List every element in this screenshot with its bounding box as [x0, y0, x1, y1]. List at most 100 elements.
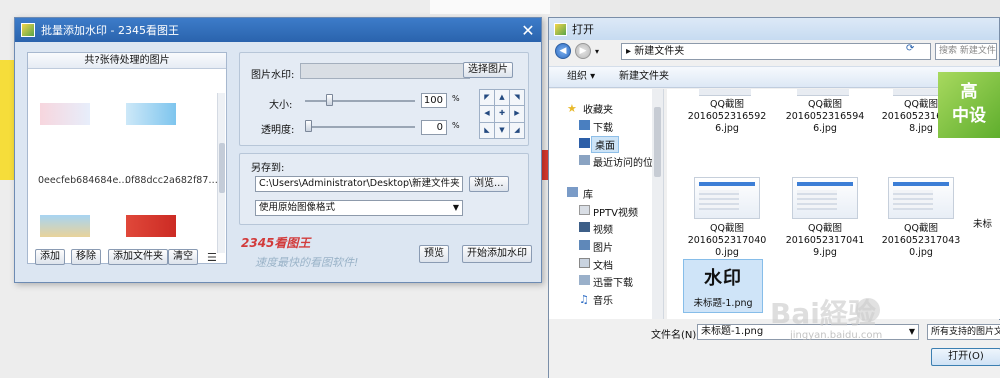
position-right-icon[interactable]: ▶ [510, 106, 524, 122]
nav-music[interactable]: 音乐 [593, 292, 613, 307]
nav-favorites[interactable]: 收藏夹 [583, 101, 613, 116]
file-name: 0f88dcc2a682f87… [125, 175, 218, 186]
save-path-input[interactable]: C:\Users\Administrator\Desktop\新建文件夹 (3 [255, 176, 463, 192]
nav-scrollbar[interactable] [652, 89, 663, 319]
organize-menu[interactable]: 组织 ▾ [567, 67, 595, 87]
refresh-icon[interactable]: ⟳ [906, 43, 914, 54]
nav-download[interactable]: 下载 [593, 119, 613, 134]
nav-pictures[interactable]: 图片 [593, 239, 613, 254]
file-type-filter[interactable]: 所有支持的图片文 [927, 324, 1000, 340]
folder-icon: ▸ [626, 46, 635, 57]
file-item[interactable]: 未标 [973, 219, 1000, 231]
baidu-paw-icon [856, 298, 880, 322]
file-name-line: 2016052317040 [687, 235, 767, 246]
position-left-icon[interactable]: ◀ [480, 106, 494, 122]
add-button[interactable]: 添加 [35, 249, 65, 265]
file-item-selected[interactable]: 水印 未标题-1.png [683, 259, 763, 313]
opacity-percent: % [452, 121, 460, 130]
position-grid: ◤ ▲ ◥ ◀ ✚ ▶ ◣ ▼ ◢ [479, 89, 525, 139]
baidu-watermark-url: jingyan.baidu.com [790, 330, 883, 341]
search-input[interactable]: 搜索 新建文件夹 [935, 43, 997, 60]
list-scrollbar[interactable] [217, 93, 225, 253]
size-slider[interactable] [305, 94, 415, 106]
file-name-line: 未标 [973, 219, 993, 230]
navigation-pane: ★ 收藏夹 下载 桌面 最近访问的位置 库 PPTV视频 视频 图片 文档 迅雷… [549, 89, 664, 319]
format-select[interactable]: 使用原始图像格式 ▼ [255, 200, 463, 216]
app-icon [554, 22, 567, 36]
chevron-down-icon[interactable]: ▼ [909, 325, 915, 339]
title-bar: 批量添加水印 - 2345看图王 ✕ [15, 18, 541, 42]
scrollbar-thumb[interactable] [654, 107, 661, 177]
preview-button[interactable]: 预览 [419, 245, 449, 263]
background-window-edge [430, 0, 550, 14]
size-slider-knob[interactable] [325, 94, 333, 106]
file-thumbnail [792, 177, 858, 219]
file-item[interactable]: QQ截图 2016052316594 6.jpg [779, 99, 871, 135]
position-bottom-icon[interactable]: ▼ [495, 122, 509, 138]
remove-button[interactable]: 移除 [71, 249, 101, 265]
docs-icon [579, 258, 590, 268]
forward-icon[interactable]: ▶ [575, 43, 591, 59]
opacity-value-input[interactable]: 0 [421, 120, 447, 135]
nav-thunder[interactable]: 迅雷下载 [593, 274, 633, 289]
position-top-right-icon[interactable]: ◥ [510, 90, 524, 106]
chevron-down-icon: ▼ [452, 203, 459, 212]
image-list-panel: 共?张待处理的图片 0eecfeb684684e… 0f88dcc2a682f8… [27, 52, 227, 264]
thunder-icon [579, 275, 590, 285]
file-name-line: QQ截图 [904, 223, 938, 234]
nav-pptv[interactable]: PPTV视频 [593, 204, 638, 219]
file-name-line: 2016052316594 [785, 111, 865, 122]
image-thumbnail[interactable] [126, 215, 176, 237]
position-center-icon[interactable]: ✚ [495, 106, 509, 122]
nav-library[interactable]: 库 [583, 186, 593, 201]
file-name-line: 6.jpg [715, 123, 739, 134]
overlay-text: 高 [960, 82, 978, 102]
file-thumbnail [888, 177, 954, 219]
start-watermark-button[interactable]: 开始添加水印 [462, 245, 532, 263]
close-icon[interactable]: ✕ [515, 21, 541, 40]
select-image-button[interactable]: 选择图片 [463, 62, 513, 78]
size-value-input[interactable]: 100 [421, 93, 447, 108]
position-top-icon[interactable]: ▲ [495, 90, 509, 106]
watermark-image-field[interactable] [300, 63, 470, 79]
file-item[interactable]: QQ截图 2016052316592 6.jpg [681, 99, 773, 135]
file-name-line: 0.jpg [715, 247, 739, 258]
music-icon: ♫ [579, 293, 589, 306]
file-item[interactable]: QQ截图 2016052317040 0.jpg [681, 177, 773, 259]
position-bottom-right-icon[interactable]: ◢ [510, 122, 524, 138]
desktop-icon [579, 138, 590, 148]
file-thumbnail [797, 89, 849, 96]
add-folder-button[interactable]: 添加文件夹 [108, 249, 168, 265]
nav-video[interactable]: 视频 [593, 221, 613, 236]
nav-docs[interactable]: 文档 [593, 257, 613, 272]
file-item[interactable]: QQ截图 2016052317041 9.jpg [779, 177, 871, 259]
clear-button[interactable]: 清空 [168, 249, 198, 265]
back-icon[interactable]: ◀ [555, 43, 571, 59]
nav-desktop[interactable]: 桌面 [591, 136, 619, 153]
library-icon [567, 187, 578, 197]
file-name-line: 0.jpg [909, 247, 933, 258]
pptv-icon [579, 205, 590, 215]
download-icon [579, 120, 590, 130]
opacity-label: 透明度: [261, 125, 295, 136]
browse-button[interactable]: 浏览... [469, 176, 509, 192]
file-item[interactable]: QQ截图 2016052317043 0.jpg [875, 177, 967, 259]
list-view-icon[interactable]: ☰ [207, 251, 217, 264]
image-thumbnail[interactable] [40, 215, 90, 237]
opacity-slider-knob[interactable] [305, 120, 312, 132]
history-chevron-icon[interactable]: ▾ [595, 47, 599, 56]
position-top-left-icon[interactable]: ◤ [480, 90, 494, 106]
image-thumbnail[interactable] [40, 103, 90, 125]
opacity-slider[interactable] [305, 120, 415, 132]
app-icon [21, 23, 35, 37]
position-bottom-left-icon[interactable]: ◣ [480, 122, 494, 138]
file-thumbnail [699, 89, 751, 96]
new-folder-button[interactable]: 新建文件夹 [619, 67, 669, 87]
image-thumbnail[interactable] [126, 103, 176, 125]
filename-label: 文件名(N): [651, 330, 700, 341]
scrollbar-thumb[interactable] [219, 143, 225, 193]
star-icon: ★ [567, 102, 577, 115]
open-button[interactable]: 打开(O) [931, 348, 1000, 366]
file-name-line: 6.jpg [813, 123, 837, 134]
address-bar[interactable]: ▸ 新建文件夹 [621, 43, 931, 60]
